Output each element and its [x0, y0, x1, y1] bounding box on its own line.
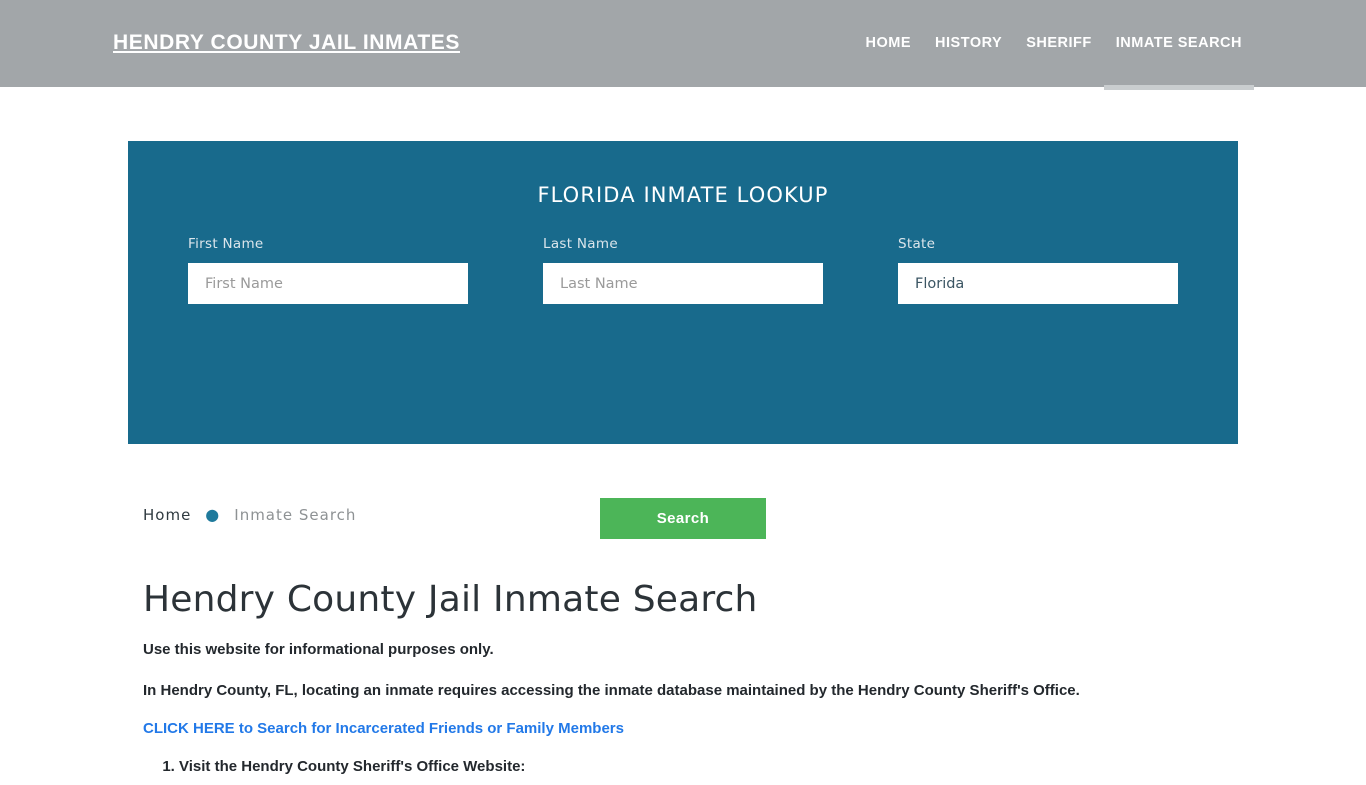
last-name-input[interactable]: [543, 263, 823, 304]
breadcrumb-separator-icon: ●: [205, 505, 221, 524]
nav-item-history[interactable]: HISTORY: [923, 33, 1014, 53]
state-label: State: [898, 236, 936, 252]
lookup-panel-title: FLORIDA INMATE LOOKUP: [537, 183, 829, 207]
breadcrumb-link-home[interactable]: Home: [143, 506, 191, 524]
article-steps-list: Visit the Hendry County Sheriff's Office…: [143, 756, 1223, 779]
state-input[interactable]: [898, 263, 1178, 304]
state-field-group: State: [898, 236, 1178, 304]
cta-search-inmates-link[interactable]: CLICK HERE to Search for Incarcerated Fr…: [143, 720, 624, 737]
search-button[interactable]: Search: [600, 498, 766, 539]
nav-item-sheriff[interactable]: SHERIFF: [1014, 33, 1104, 53]
site-brand-title[interactable]: HENDRY COUNTY JAIL INMATES: [113, 31, 460, 55]
list-item: Visit the Hendry County Sheriff's Office…: [179, 756, 1223, 779]
first-name-input[interactable]: [188, 263, 468, 304]
article-paragraph-disclaimer: Use this website for informational purpo…: [143, 641, 494, 659]
nav-item-home[interactable]: HOME: [854, 33, 924, 53]
site-header: HENDRY COUNTY JAIL INMATES HOME HISTORY …: [0, 0, 1366, 90]
article-paragraph-intro: In Hendry County, FL, locating an inmate…: [143, 681, 1080, 699]
inmate-lookup-panel: FLORIDA INMATE LOOKUP First Name Last Na…: [128, 141, 1238, 539]
article-content: Hendry County Jail Inmate Search Use thi…: [143, 578, 1223, 785]
first-name-field-group: First Name: [188, 236, 468, 304]
last-name-field-group: Last Name: [543, 236, 823, 304]
breadcrumb: Home ● Inmate Search: [143, 506, 356, 524]
breadcrumb-current-inmate-search: Inmate Search: [234, 506, 357, 524]
nav-item-inmate-search[interactable]: INMATE SEARCH: [1103, 33, 1255, 90]
first-name-label: First Name: [188, 236, 264, 252]
last-name-label: Last Name: [543, 236, 618, 252]
page-title: Hendry County Jail Inmate Search: [143, 579, 758, 620]
main-navigation: HOME HISTORY SHERIFF INMATE SEARCH: [854, 33, 1255, 90]
